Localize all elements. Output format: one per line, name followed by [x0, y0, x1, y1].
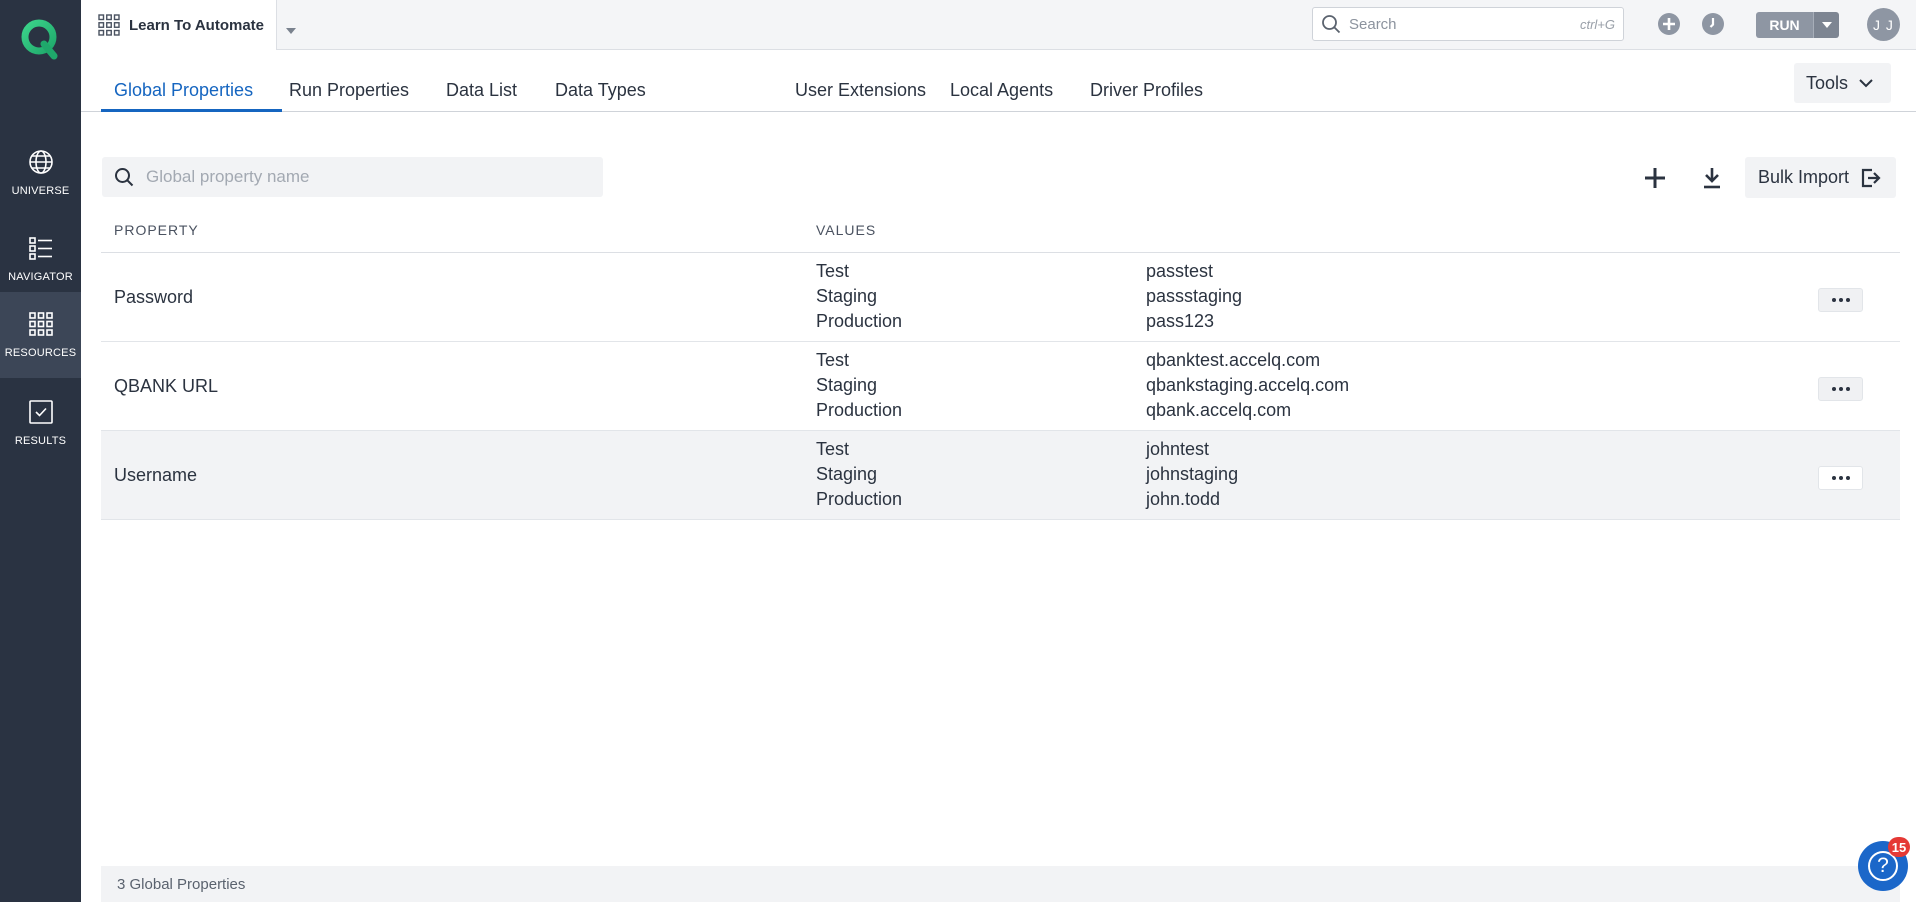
active-tab-indicator — [101, 109, 282, 112]
bulk-import-button[interactable]: Bulk Import — [1745, 157, 1896, 198]
env-value: john.todd — [1146, 489, 1221, 509]
add-icon[interactable] — [1658, 13, 1680, 35]
chevron-down-icon[interactable] — [286, 28, 296, 34]
download-icon — [1704, 168, 1720, 189]
run-dropdown[interactable] — [1813, 12, 1839, 38]
property-name: Username — [114, 465, 198, 485]
project-tab[interactable]: Learn To Automate — [81, 0, 277, 50]
sidebar-item-universe[interactable]: UNIVERSE — [0, 130, 81, 214]
property-count: 3 Global Properties — [117, 875, 246, 893]
tab-data-types[interactable]: Data Types — [555, 80, 646, 101]
import-icon — [1861, 168, 1881, 187]
clock-icon[interactable] — [1702, 13, 1724, 35]
table-row[interactable]: QBANK URL Test qbanktest.accelq.com Stag… — [101, 342, 1900, 431]
env-value: pass123 — [1146, 311, 1215, 331]
env-value: passstaging — [1146, 286, 1243, 306]
row-more-button[interactable] — [1818, 377, 1863, 401]
global-search[interactable]: ctrl+G — [1312, 7, 1624, 41]
property-name: QBANK URL — [114, 376, 219, 396]
table-row[interactable]: Username Test johntest Staging johnstagi… — [101, 431, 1900, 520]
top-bar: Learn To Automate ctrl+G RUN J J — [81, 0, 1916, 50]
checkbox-icon — [28, 400, 53, 424]
env-value: passtest — [1146, 261, 1214, 281]
row-more-button[interactable] — [1818, 466, 1863, 490]
bulk-import-label: Bulk Import — [1758, 167, 1850, 187]
column-header-values: VALUES — [816, 222, 877, 238]
env-value: qbankstaging.accelq.com — [1146, 375, 1350, 395]
sidebar-item-label: NAVIGATOR — [8, 271, 73, 283]
notification-badge: 15 — [1888, 837, 1910, 857]
chevron-down-icon — [1821, 22, 1832, 28]
sidebar-item-navigator[interactable]: NAVIGATOR — [0, 216, 81, 300]
resource-tabs: Global Properties Run Properties Data Li… — [81, 50, 1916, 112]
left-sidebar: UNIVERSE NAVIGATOR RESOURCES RESULTS — [0, 0, 81, 902]
sidebar-item-label: RESULTS — [14, 435, 67, 447]
accelq-logo[interactable] — [20, 18, 60, 60]
tools-button[interactable]: Tools — [1794, 63, 1891, 103]
sidebar-item-label: UNIVERSE — [11, 185, 70, 197]
env-label: Test — [816, 439, 850, 459]
grid-icon — [28, 312, 53, 336]
sidebar-item-results[interactable]: RESULTS — [0, 380, 81, 464]
plus-icon — [1645, 168, 1665, 188]
env-value: johnstaging — [1146, 464, 1239, 484]
env-label: Staging — [816, 286, 878, 306]
sidebar-item-resources[interactable]: RESOURCES — [0, 292, 81, 378]
search-shortcut: ctrl+G — [1579, 17, 1615, 32]
search-icon — [1322, 15, 1341, 34]
property-name: Password — [114, 287, 194, 307]
tab-run-properties[interactable]: Run Properties — [289, 80, 409, 101]
search-input[interactable] — [1349, 15, 1559, 33]
search-icon — [115, 168, 134, 187]
tab-user-extensions[interactable]: User Extensions — [795, 80, 926, 101]
env-label: Production — [816, 400, 903, 420]
column-header-property: PROPERTY — [114, 222, 199, 238]
env-label: Production — [816, 489, 903, 509]
env-label: Test — [816, 261, 850, 281]
env-label: Staging — [816, 464, 878, 484]
env-label: Production — [816, 311, 903, 331]
tab-data-list[interactable]: Data List — [446, 80, 517, 101]
property-name-input[interactable] — [146, 167, 586, 187]
tab-driver-profiles[interactable]: Driver Profiles — [1090, 80, 1203, 101]
run-button-label: RUN — [1756, 12, 1813, 38]
run-button[interactable]: RUN — [1756, 12, 1839, 38]
list-icon — [28, 237, 52, 260]
download-button[interactable] — [1696, 162, 1728, 194]
row-more-button[interactable] — [1818, 288, 1863, 312]
table-footer: 3 Global Properties — [101, 866, 1900, 902]
chevron-down-icon — [1859, 79, 1873, 88]
env-label: Test — [816, 350, 850, 370]
property-filter[interactable] — [102, 157, 603, 197]
env-value: johntest — [1146, 439, 1210, 459]
env-value: qbank.accelq.com — [1146, 400, 1292, 420]
tab-global-properties[interactable]: Global Properties — [114, 80, 253, 101]
globe-icon — [28, 150, 53, 174]
table-header: PROPERTY VALUES — [101, 220, 1900, 253]
env-label: Staging — [816, 375, 878, 395]
env-value: qbanktest.accelq.com — [1146, 350, 1321, 370]
avatar[interactable]: J J — [1867, 8, 1900, 41]
tools-label: Tools — [1806, 72, 1849, 93]
add-property-button[interactable] — [1639, 162, 1671, 194]
table-row[interactable]: Password Test passtest Staging passstagi… — [101, 253, 1900, 342]
grid-icon — [98, 14, 120, 36]
tab-local-agents[interactable]: Local Agents — [950, 80, 1053, 101]
sidebar-item-label: RESOURCES — [4, 347, 77, 359]
project-name: Learn To Automate — [129, 16, 265, 34]
